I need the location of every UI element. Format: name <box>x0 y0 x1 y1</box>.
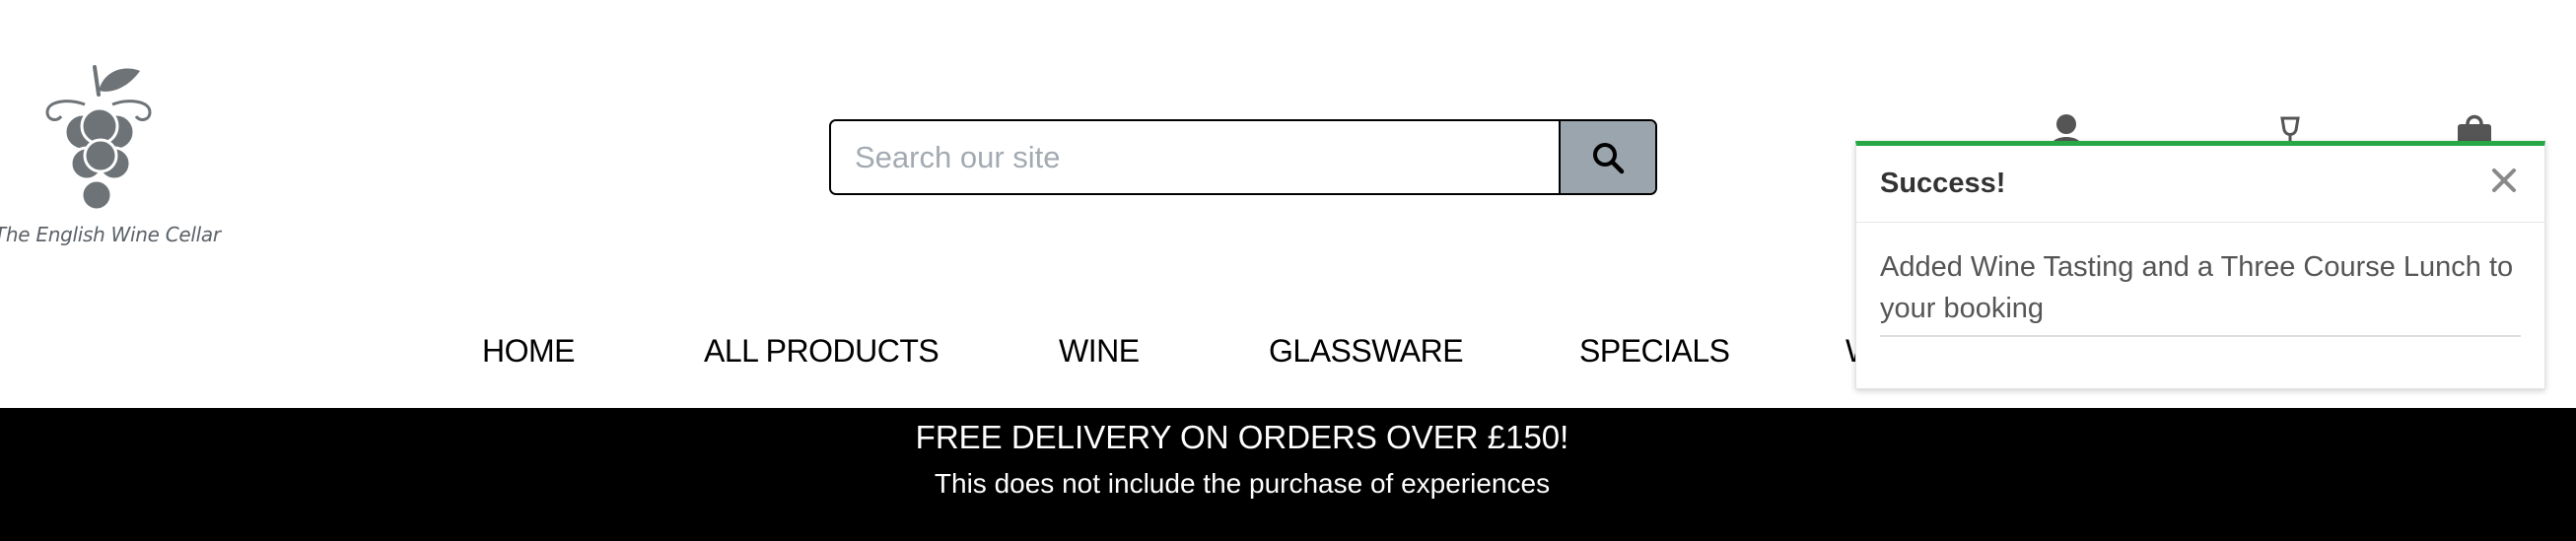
close-icon <box>2492 169 2516 192</box>
toast-title: Success! <box>1880 168 2006 199</box>
search-bar <box>829 119 1657 195</box>
toast-header: Success! <box>1856 146 2544 223</box>
grape-bunch-icon <box>45 65 152 212</box>
success-toast: Success! Added Wine Tasting and a Three … <box>1855 141 2545 389</box>
toast-close-button[interactable] <box>2487 164 2521 197</box>
search-button[interactable] <box>1559 121 1655 193</box>
search-icon <box>1593 142 1625 173</box>
promo-title: FREE DELIVERY ON ORDERS OVER £150! <box>915 419 1569 455</box>
nav-item-home[interactable]: HOME <box>482 333 576 370</box>
search-input[interactable] <box>831 121 1559 193</box>
nav-item-wine[interactable]: WINE <box>1059 333 1140 370</box>
brand-name: The English Wine Cellar <box>0 223 221 246</box>
toast-divider <box>1880 335 2521 337</box>
site-logo[interactable]: The English Wine Cellar <box>0 61 221 258</box>
nav-item-specials[interactable]: SPECIALS <box>1579 333 1730 370</box>
nav-item-all-products[interactable]: ALL PRODUCTS <box>704 333 940 370</box>
nav-item-glassware[interactable]: GLASSWARE <box>1269 333 1464 370</box>
promo-subtitle: This does not include the purchase of ex… <box>934 468 1551 499</box>
promo-banner: FREE DELIVERY ON ORDERS OVER £150! This … <box>0 408 2576 541</box>
toast-message: Added Wine Tasting and a Three Course Lu… <box>1880 251 2514 324</box>
